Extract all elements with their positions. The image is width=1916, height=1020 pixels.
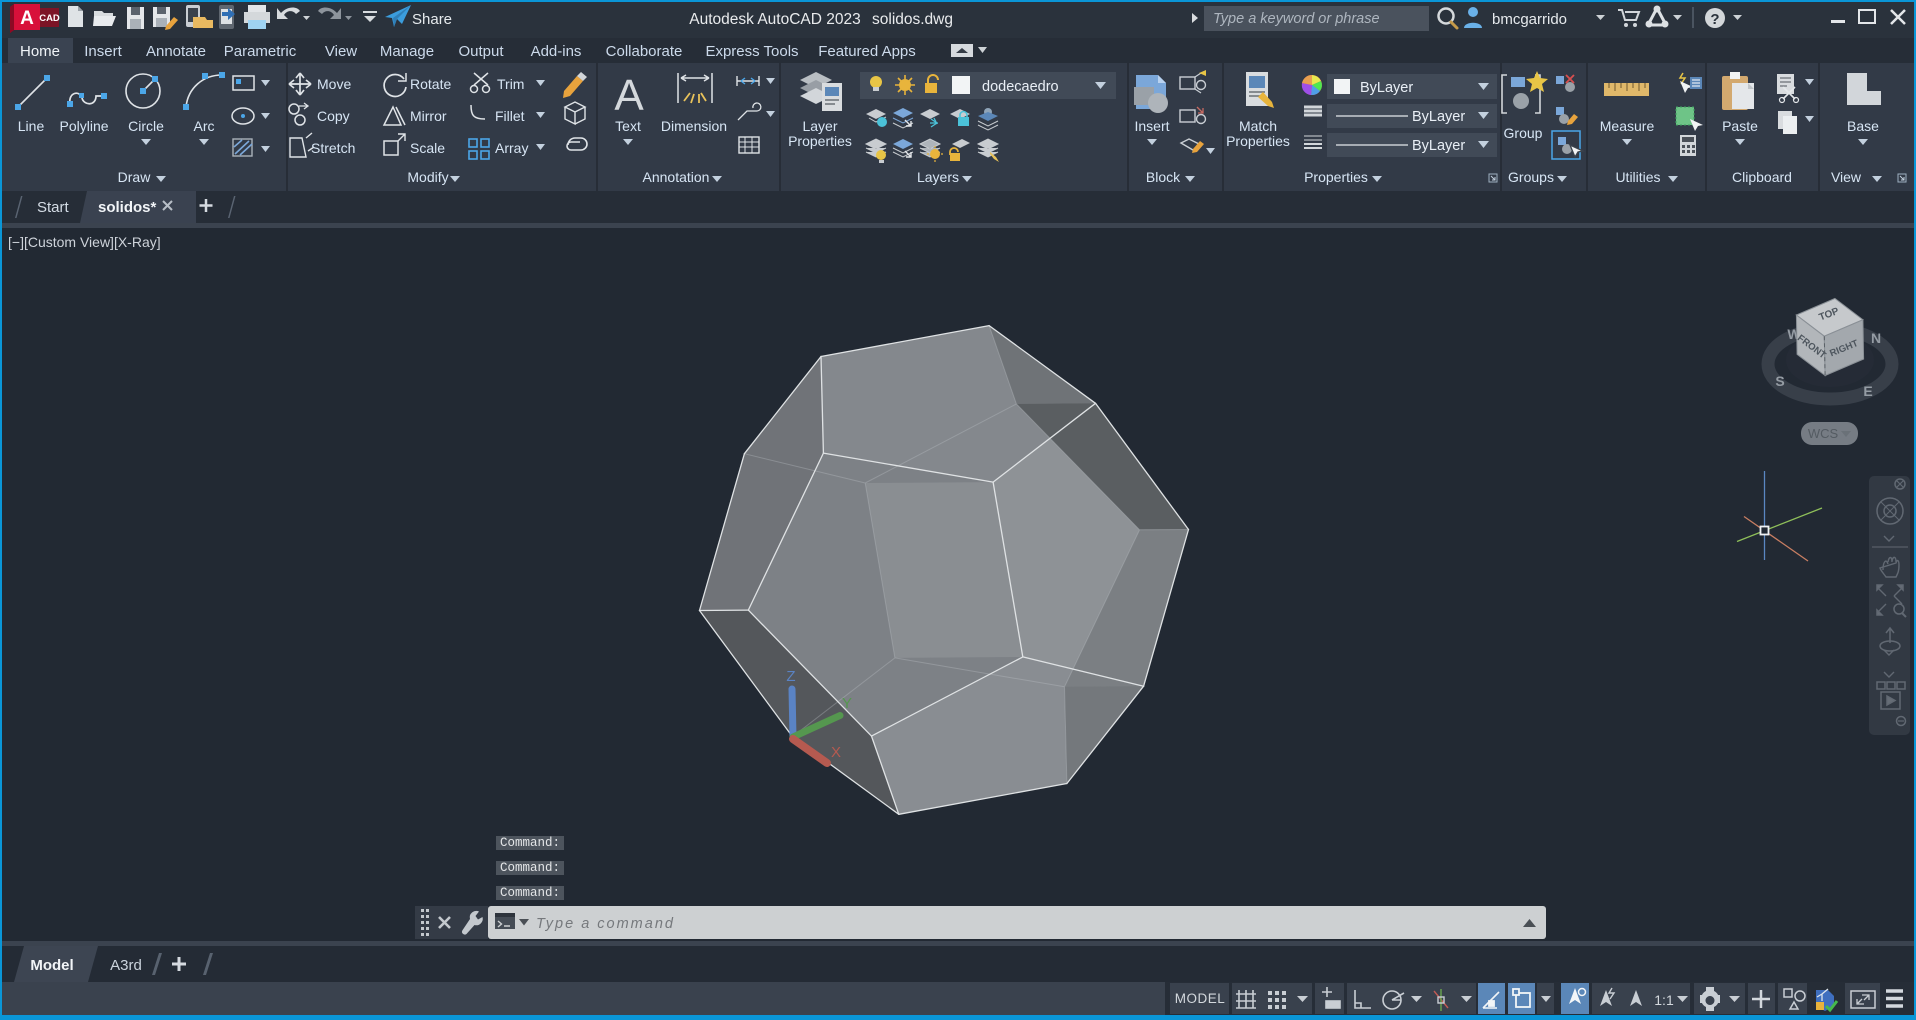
svg-text:Y: Y [842, 695, 852, 712]
svg-text:E: E [1863, 383, 1872, 399]
svg-text:Z: Z [786, 668, 795, 685]
svg-text:Type a command: Type a command [536, 916, 675, 932]
svg-text:N: N [1871, 330, 1881, 346]
svg-text:X: X [831, 744, 841, 761]
svg-text:S: S [1775, 373, 1784, 389]
svg-text:WCS: WCS [1808, 426, 1839, 441]
